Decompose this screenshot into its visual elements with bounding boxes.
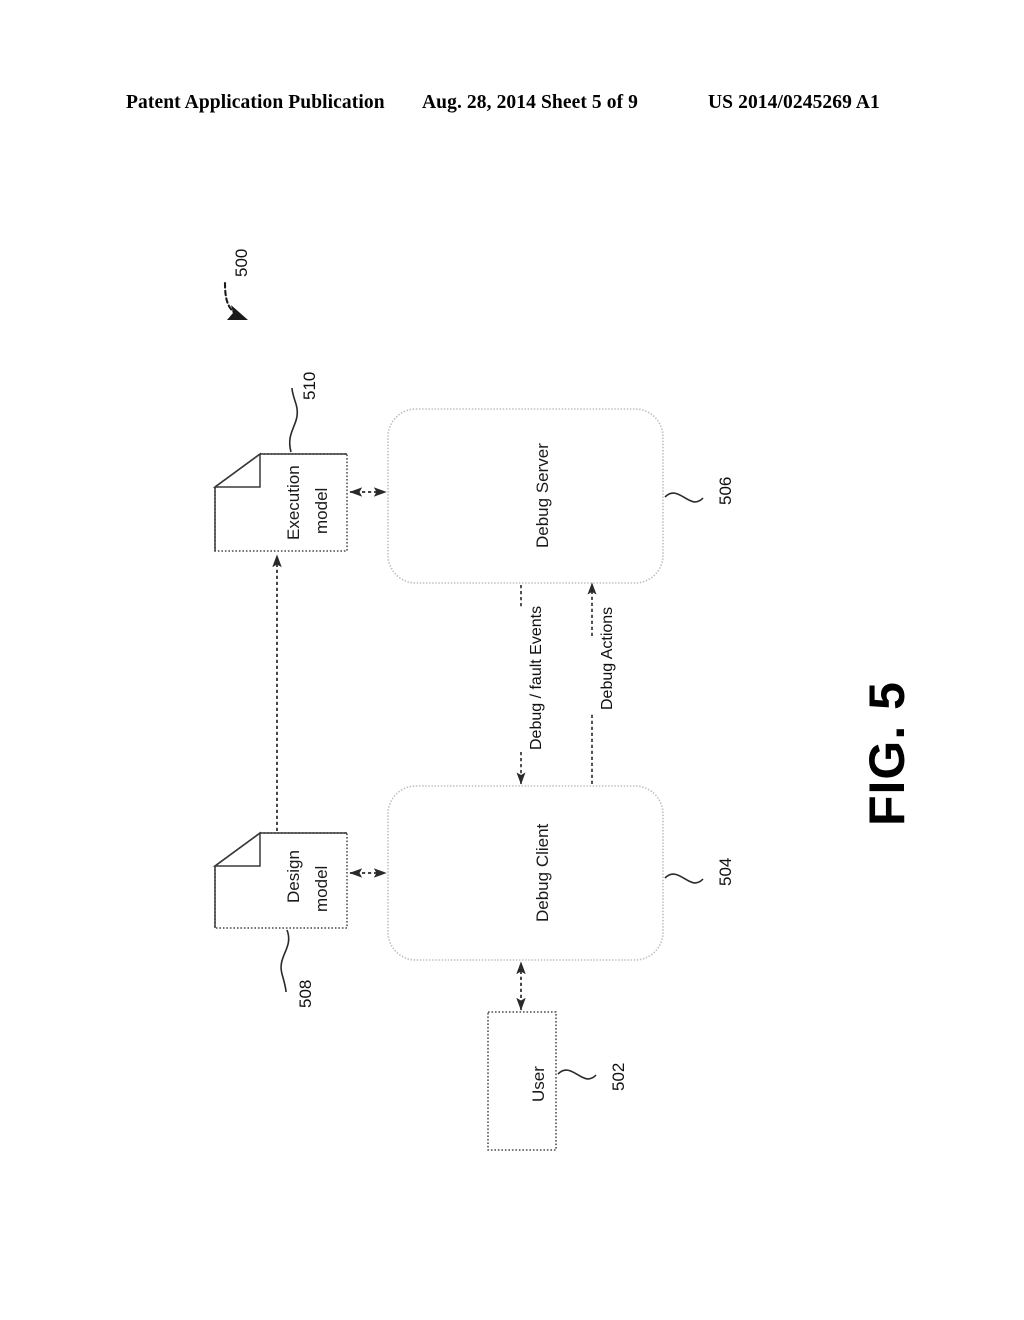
debug-client-ref-leader [664,873,704,884]
design-model-ref-leader [280,929,290,993]
user-ref-leader [557,1069,597,1080]
design-model-label-line1: Design [284,850,303,903]
system-ref-label: 500 [232,248,251,277]
system-ref-leader [223,281,248,320]
figure-caption: FIG. 5 [859,681,915,826]
debug-server-ref-label: 506 [716,476,735,505]
design-model-label-line2: model [312,865,331,912]
debug-server-ref-leader [664,492,704,503]
execution-model-ref-leader [288,387,299,453]
debug-client-shape [387,785,664,961]
execution-model-label-line1: Execution [284,465,303,540]
connector-label-debug-fault-events: Debug / fault Events [528,605,545,750]
design-model-ref-label: 508 [296,979,315,1008]
debug-server-shape [387,408,664,584]
debug-client-ref-label: 504 [716,857,735,886]
user-label: User [529,1066,548,1102]
figure-vector-layer [212,281,704,1151]
connector-label-debug-actions: Debug Actions [599,606,616,710]
debug-server-label: Debug Server [533,443,552,548]
execution-model-ref-label: 510 [300,371,319,400]
debug-client-label: Debug Client [533,823,552,922]
figure-drawing: 500 510 Execution model Debug Server 506… [0,0,1024,1320]
user-ref-label: 502 [609,1062,628,1091]
execution-model-label-line2: model [312,487,331,534]
